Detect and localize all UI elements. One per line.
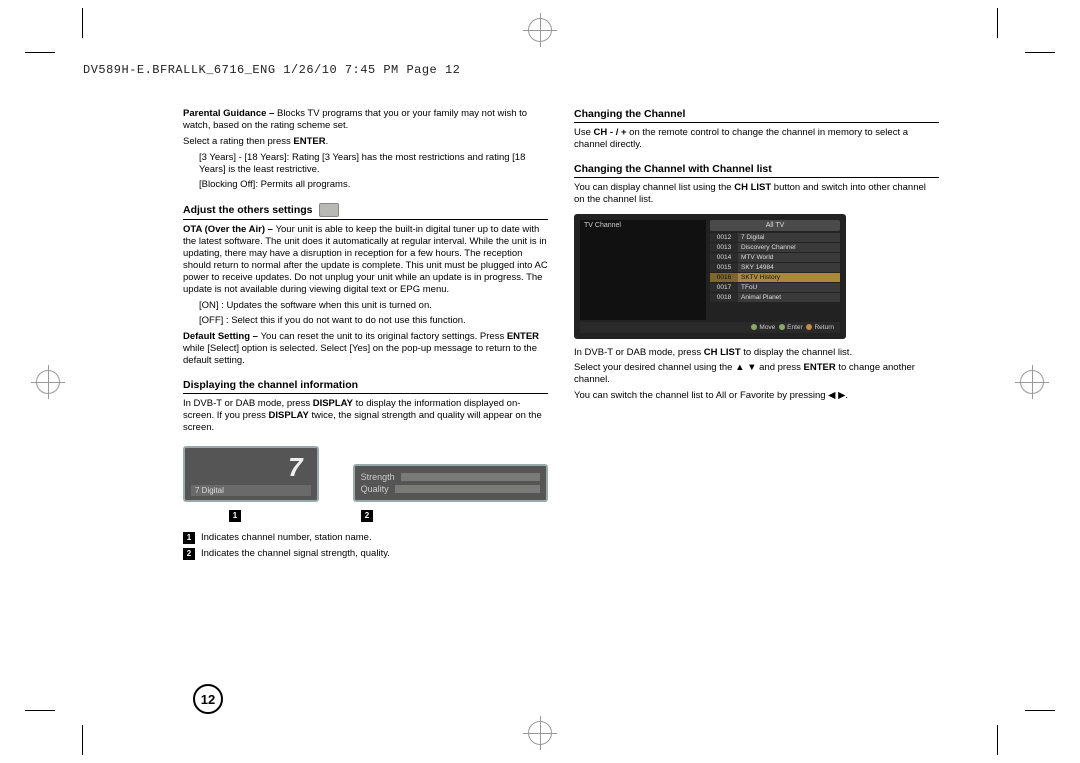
p1c: to display the channel list. (741, 347, 852, 358)
fig2-quality-label: Quality (361, 484, 389, 494)
default-a: You can reset the unit to its original f… (261, 331, 507, 342)
print-header: DV589H-E.BFRALLK_6716_ENG 1/26/10 7:45 P… (83, 63, 460, 77)
channel-row-number: 0014 (710, 253, 738, 262)
chlist-tab: All TV (710, 220, 840, 231)
chlist-osd-title: TV Channel (584, 222, 621, 229)
chg-a: Use (574, 127, 594, 138)
chlist-key: CH LIST (734, 182, 771, 193)
fig1-channel-number: 7 (191, 452, 311, 483)
p3: You can switch the channel list to All o… (574, 390, 939, 402)
channel-row-name: SKY 14984 (738, 263, 840, 272)
channel-row-number: 0012 (710, 233, 738, 242)
chlist-heading-text: Changing the Channel with Channel list (574, 163, 772, 175)
chlist-heading: Changing the Channel with Channel list (574, 163, 939, 178)
enter-label-2: ENTER (507, 331, 539, 342)
adjust-heading-text: Adjust the others settings (183, 204, 313, 216)
callout-2b: 2 (183, 548, 195, 560)
channel-row: 0018Animal Planet (710, 293, 840, 302)
display-heading: Displaying the channel information (183, 379, 548, 394)
enter-label: ENTER (293, 136, 325, 147)
channel-row: 0016SKTV History (710, 273, 840, 282)
footer-move: Move (759, 324, 775, 331)
quality-meter (395, 485, 540, 493)
channel-row: 0017TFoU (710, 283, 840, 292)
pg-select-a: Select a rating then press (183, 136, 293, 147)
disp-a: In DVB-T or DAB mode, press (183, 398, 313, 409)
channel-row-name: SKTV History (738, 273, 840, 282)
chlist-footer: Move Enter Return (580, 322, 840, 333)
legend-1: Indicates channel number, station name. (201, 532, 372, 544)
chg-keys: CH - / + (594, 127, 627, 138)
channel-row-name: Animal Planet (738, 293, 840, 302)
ota-on: [ON] : Updates the software when this un… (183, 300, 548, 312)
parental-lead: Parental Guidance – (183, 108, 277, 119)
changing-heading: Changing the Channel (574, 108, 939, 123)
pg-off: [Blocking Off]: Permits all programs. (183, 179, 548, 191)
page-number: 12 (193, 684, 223, 714)
ota-lead: OTA (Over the Air) – (183, 224, 276, 235)
strength-meter (401, 473, 540, 481)
figure-channel-list: TV Channel All TV 00127 Digital0013Disco… (574, 214, 846, 339)
dot-move-icon (751, 324, 757, 330)
display-label-1: DISPLAY (313, 398, 353, 409)
ota-off: [OFF] : Select this if you do not want t… (183, 315, 548, 327)
fig2-strength-label: Strength (361, 472, 395, 482)
channel-row: 0014MTV World (710, 253, 840, 262)
display-heading-text: Displaying the channel information (183, 379, 358, 391)
channel-row: 00127 Digital (710, 233, 840, 242)
channel-row: 0015SKY 14984 (710, 263, 840, 272)
figure-signal-osd: Strength Quality (353, 464, 548, 502)
adjust-heading: Adjust the others settings (183, 203, 548, 220)
p2-key: ENTER (804, 362, 836, 373)
pg-note: [3 Years] - [18 Years]: Rating [3 Years]… (183, 152, 548, 176)
callout-1: 1 (229, 510, 241, 522)
footer-enter: Enter (787, 324, 803, 331)
channel-row-number: 0016 (710, 273, 738, 282)
footer-return: Return (814, 324, 834, 331)
channel-row-number: 0018 (710, 293, 738, 302)
channel-row-number: 0013 (710, 243, 738, 252)
left-column: Parental Guidance – Blocks TV programs t… (183, 108, 548, 560)
p2a: Select your desired channel using the ▲ … (574, 362, 804, 373)
fig1-channel-name: 7 Digital (191, 485, 311, 496)
chlist-a: You can display channel list using the (574, 182, 734, 193)
dot-enter-icon (779, 324, 785, 330)
channel-row-number: 0015 (710, 263, 738, 272)
pg-select-b: . (326, 136, 329, 147)
channel-row-name: MTV World (738, 253, 840, 262)
callout-2: 2 (361, 510, 373, 522)
display-label-2: DISPLAY (269, 410, 309, 421)
page: DV589H-E.BFRALLK_6716_ENG 1/26/10 7:45 P… (83, 60, 997, 720)
channel-row-name: Discovery Channel (738, 243, 840, 252)
channel-row-number: 0017 (710, 283, 738, 292)
dot-return-icon (806, 324, 812, 330)
right-column: Changing the Channel Use CH - / + on the… (574, 108, 939, 560)
channel-row-name: TFoU (738, 283, 840, 292)
changing-heading-text: Changing the Channel (574, 108, 685, 120)
default-lead: Default Setting – (183, 331, 261, 342)
settings-icon (319, 203, 339, 217)
figure-channel-osd: 7 7 Digital (183, 446, 319, 502)
default-b: while [Select] option is selected. Selec… (183, 343, 537, 366)
channel-row-name: 7 Digital (738, 233, 840, 242)
legend-2: Indicates the channel signal strength, q… (201, 548, 390, 560)
channel-row: 0013Discovery Channel (710, 243, 840, 252)
p1a: In DVB-T or DAB mode, press (574, 347, 704, 358)
callout-1b: 1 (183, 532, 195, 544)
p1-key: CH LIST (704, 347, 741, 358)
